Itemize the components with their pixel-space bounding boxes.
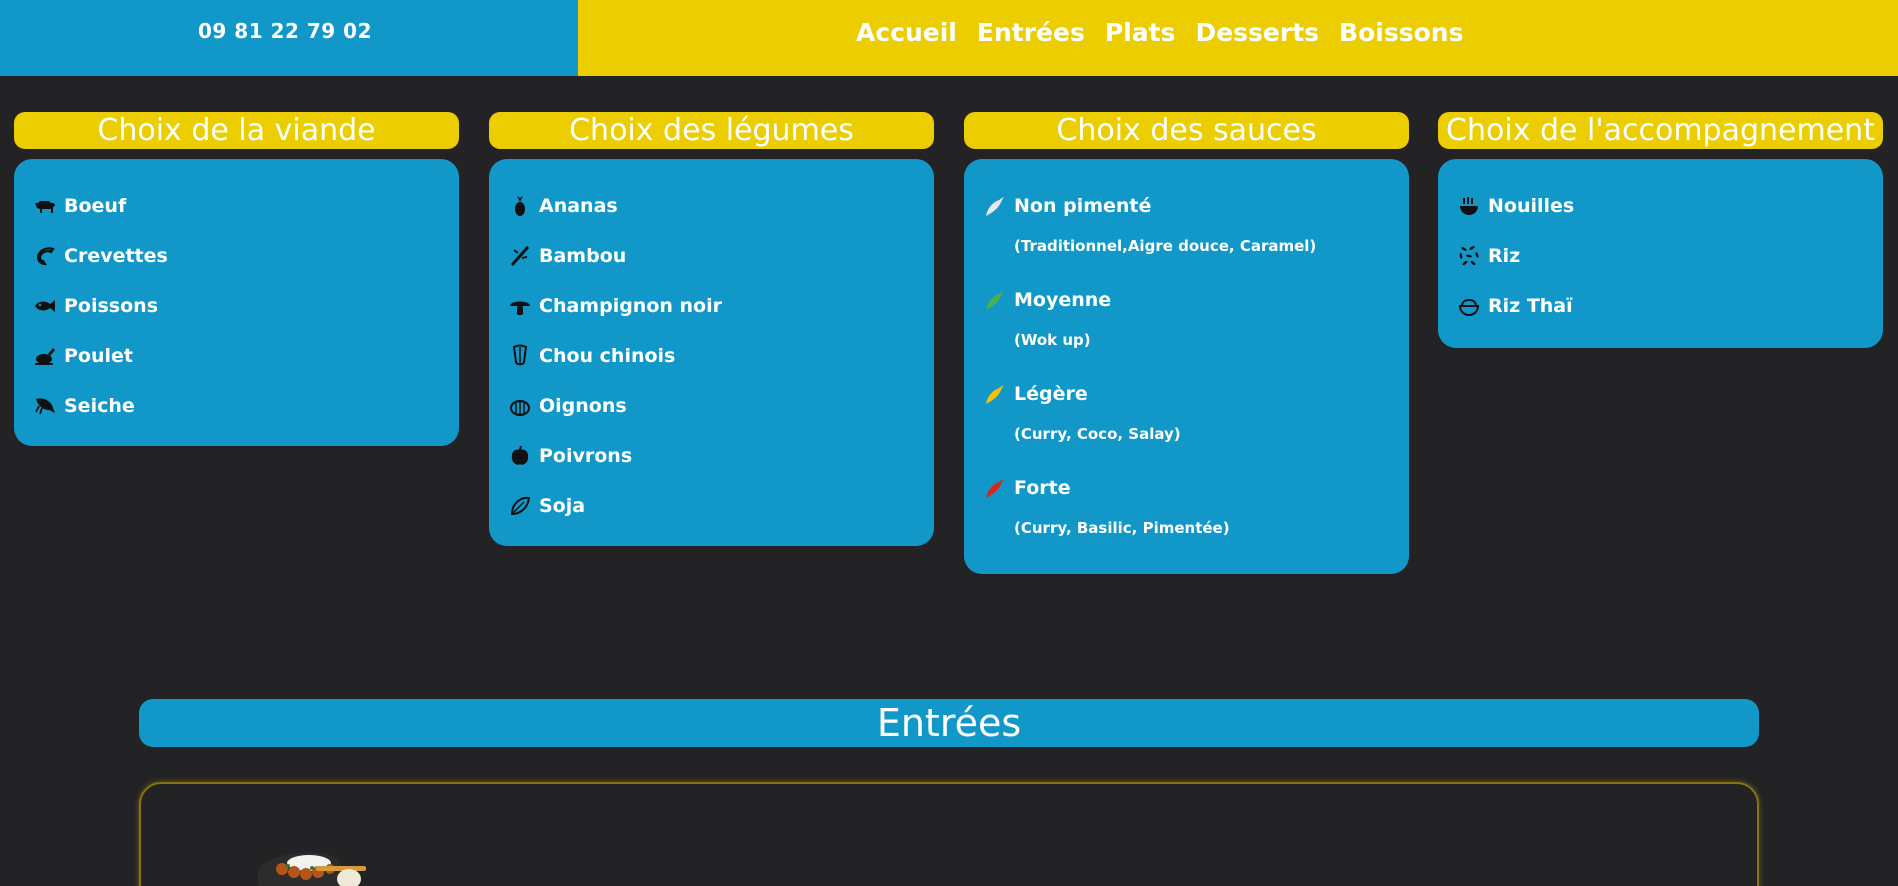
list-item: Forte: [982, 463, 1391, 513]
list-item: Crevettes: [32, 231, 441, 281]
column-sauces: Choix des sauces Non pimenté (Traditionn…: [964, 112, 1409, 574]
item-label: Poissons: [64, 295, 158, 317]
column-box: Non pimenté (Traditionnel,Aigre douce, C…: [964, 159, 1409, 574]
nav-boissons[interactable]: Boissons: [1339, 18, 1463, 47]
list-item: Ananas: [507, 181, 916, 231]
shrimp-icon: [32, 243, 58, 269]
item-label: Riz: [1488, 245, 1521, 267]
phone-number: 09 81 22 79 02: [197, 19, 372, 43]
list-item: Seiche: [32, 381, 441, 431]
section-title-entrees: Entrées: [139, 699, 1759, 747]
list-item: Boeuf: [32, 181, 441, 231]
item-label: Nouilles: [1488, 195, 1575, 217]
item-label: Oignons: [539, 395, 627, 417]
pepper-icon: [507, 443, 533, 469]
pineapple-icon: [507, 193, 533, 219]
item-label: Ananas: [539, 195, 618, 217]
nav-plats[interactable]: Plats: [1105, 18, 1176, 47]
item-label: Forte: [1014, 477, 1071, 499]
item-label: Poivrons: [539, 445, 633, 467]
list-item: Non pimenté: [982, 181, 1391, 231]
item-label: Bambou: [539, 245, 627, 267]
chicken-icon: [32, 343, 58, 369]
list-item: Riz Thaï: [1456, 281, 1865, 331]
list-item: Moyenne: [982, 275, 1391, 325]
column-box: Boeuf Crevettes Poissons Poulet Seiche: [14, 159, 459, 446]
nav-accueil[interactable]: Accueil: [856, 18, 957, 47]
phone-area: 09 81 22 79 02: [0, 0, 578, 76]
cow-icon: [32, 193, 58, 219]
item-label: Chou chinois: [539, 345, 676, 367]
chili-green-icon: [982, 287, 1008, 313]
fish-icon: [32, 293, 58, 319]
nav-desserts[interactable]: Desserts: [1195, 18, 1319, 47]
noodles-icon: [1456, 193, 1482, 219]
list-item: Champignon noir: [507, 281, 916, 331]
chili-white-icon: [982, 193, 1008, 219]
mushroom-icon: [507, 293, 533, 319]
list-item: Soja: [507, 481, 916, 531]
column-box: Nouilles Riz Riz Thaï: [1438, 159, 1883, 348]
dish-image: [257, 852, 366, 886]
top-bar: 09 81 22 79 02 Accueil Entrées Plats Des…: [0, 0, 1898, 76]
bamboo-icon: [507, 243, 533, 269]
sauce-detail: (Wok up): [1014, 331, 1091, 349]
list-item: Riz: [1456, 231, 1865, 281]
column-title: Choix des sauces: [964, 112, 1409, 149]
sauce-detail: (Traditionnel,Aigre douce, Caramel): [1014, 237, 1317, 255]
column-viande: Choix de la viande Boeuf Crevettes Poiss…: [14, 112, 459, 446]
chili-yellow-icon: [982, 381, 1008, 407]
item-label: Champignon noir: [539, 295, 722, 317]
sauce-detail: (Curry, Basilic, Pimentée): [1014, 519, 1230, 537]
chili-red-icon: [982, 475, 1008, 501]
dish-card: [139, 782, 1759, 886]
item-label: Riz Thaï: [1488, 295, 1573, 317]
sauce-detail: (Curry, Coco, Salay): [1014, 425, 1181, 443]
list-item: Bambou: [507, 231, 916, 281]
item-label: Crevettes: [64, 245, 168, 267]
item-label: Moyenne: [1014, 289, 1112, 311]
main-nav: Accueil Entrées Plats Desserts Boissons: [856, 18, 1463, 47]
column-title: Choix de l'accompagnement: [1438, 112, 1883, 149]
item-label: Soja: [539, 495, 586, 517]
item-label: Poulet: [64, 345, 133, 367]
column-legumes: Choix des légumes Ananas Bambou Champign…: [489, 112, 934, 546]
list-item: Poulet: [32, 331, 441, 381]
nav-area: Accueil Entrées Plats Desserts Boissons: [578, 0, 1898, 76]
list-item: Chou chinois: [507, 331, 916, 381]
squid-icon: [32, 393, 58, 419]
list-item: Nouilles: [1456, 181, 1865, 231]
list-item: Poissons: [32, 281, 441, 331]
onion-icon: [507, 393, 533, 419]
nav-entrees[interactable]: Entrées: [977, 18, 1085, 47]
column-accompagnement: Choix de l'accompagnement Nouilles Riz R…: [1438, 112, 1883, 348]
rice-icon: [1456, 243, 1482, 269]
item-label: Légère: [1014, 383, 1088, 405]
list-item: Oignons: [507, 381, 916, 431]
soy-icon: [507, 493, 533, 519]
list-item: Poivrons: [507, 431, 916, 481]
list-item: Légère: [982, 369, 1391, 419]
rice-bowl-icon: [1456, 293, 1482, 319]
cabbage-icon: [507, 343, 533, 369]
column-box: Ananas Bambou Champignon noir Chou chino…: [489, 159, 934, 546]
item-label: Seiche: [64, 395, 135, 417]
item-label: Non pimenté: [1014, 195, 1152, 217]
column-title: Choix de la viande: [14, 112, 459, 149]
item-label: Boeuf: [64, 195, 127, 217]
column-title: Choix des légumes: [489, 112, 934, 149]
